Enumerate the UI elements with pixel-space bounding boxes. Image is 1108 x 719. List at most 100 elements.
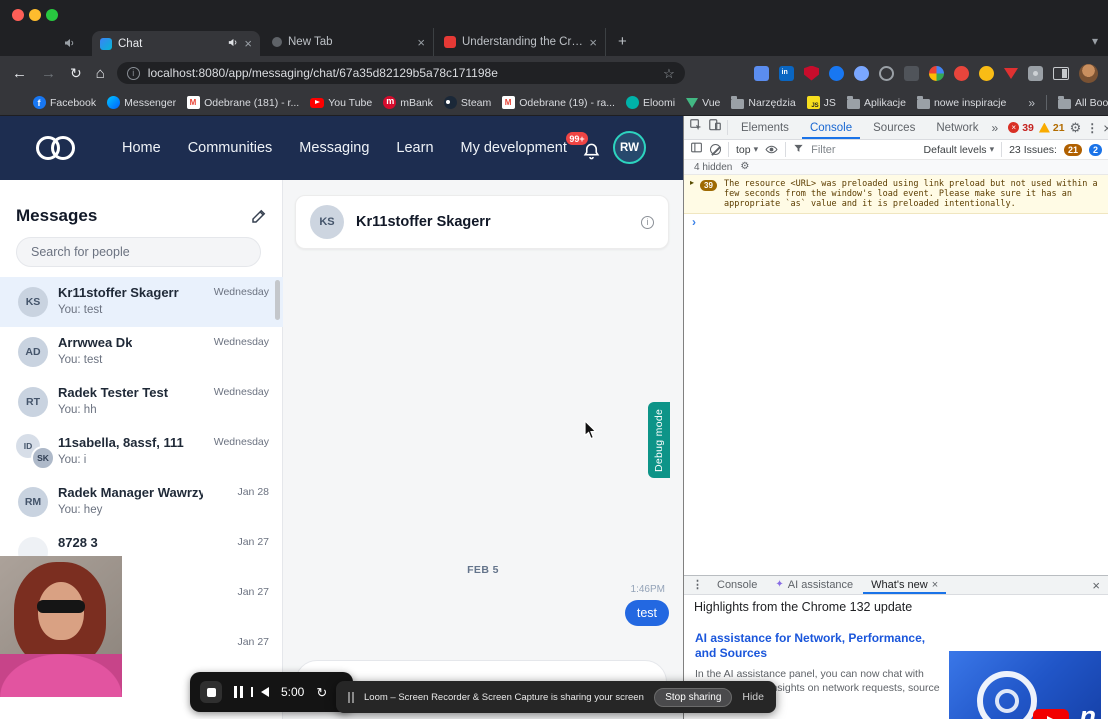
nav-messaging[interactable]: Messaging [299,140,369,156]
bookmark-star-icon[interactable] [663,67,675,80]
bookmarks-overflow-icon[interactable] [1028,97,1035,109]
bookmark-youtube[interactable]: You Tube [310,97,372,109]
linkedin-extension-icon[interactable] [779,65,794,81]
expand-warning-icon[interactable] [690,179,694,187]
conversation-item[interactable]: ID SK 11sabella, 8assf, 111 You: i Wedne… [0,427,283,477]
bookmark-js[interactable]: JS [806,96,836,109]
bookmark-eloomi[interactable]: Eloomi [625,96,675,109]
tab-search-chevron-icon[interactable] [1092,35,1098,47]
javascript-context-dropdown[interactable]: top [736,144,758,156]
stop-recording-button[interactable] [200,681,222,703]
issues-warning-chip[interactable]: 21 [1063,143,1082,156]
bookmark-narzedzia[interactable]: Narzędzia [731,95,796,109]
bookmark-mbank[interactable]: mBank [383,96,433,109]
tab-new-tab[interactable]: New Tab [264,28,434,56]
bookmark-vue[interactable]: Vue [686,97,720,109]
hidden-count-label[interactable]: 4 hidden [694,162,732,173]
console-filter-input[interactable]: Filter [811,144,835,156]
devtools-close-icon[interactable] [1103,121,1108,135]
close-tab-icon[interactable] [589,36,597,49]
user-avatar[interactable]: RW [613,131,646,164]
extension-icon-6[interactable] [929,65,944,81]
live-expression-icon[interactable] [765,143,778,156]
zoom-window-button[interactable] [46,9,58,21]
bookmark-aplikacje[interactable]: Aplikacje [846,95,906,109]
back-button[interactable] [12,66,27,81]
conversation-item[interactable]: KS Kr11stoffer Skagerr You: test Wednesd… [0,277,283,327]
extension-icon-5[interactable] [904,65,919,81]
devtools-settings-icon[interactable] [1070,121,1082,134]
nav-communities[interactable]: Communities [188,140,273,156]
bookmark-steam[interactable]: Steam [443,96,491,109]
reload-button[interactable] [70,66,82,80]
outgoing-message-bubble[interactable]: test [624,600,669,626]
device-toolbar-icon[interactable] [708,118,722,137]
filter-settings-icon[interactable] [740,162,749,172]
drawer-tab-ai-assistance[interactable]: AI assistance [767,576,861,594]
drag-handle-icon[interactable] [348,691,350,703]
whats-new-video-thumbnail[interactable]: n [949,651,1101,719]
extension-icon-9[interactable] [1004,67,1018,79]
minimize-window-button[interactable] [29,9,41,21]
bookmark-messenger[interactable]: Messenger [107,96,176,109]
youtube-play-icon[interactable] [1033,709,1069,719]
rewind-icon[interactable] [251,687,269,697]
extension-icon-2[interactable] [829,65,844,81]
warning-count-badge[interactable]: 21 [1038,122,1065,134]
devtools-menu-icon[interactable] [1086,122,1098,134]
new-tab-button[interactable] [618,34,627,49]
inspect-element-icon[interactable] [689,118,703,137]
devtools-tab-console[interactable]: Console [801,117,861,139]
bookmark-odebrane-1[interactable]: Odebrane (181) - r... [187,96,299,109]
close-drawer-icon[interactable] [1092,579,1104,592]
extension-icon-8[interactable] [979,65,994,81]
devtools-tab-network[interactable]: Network [928,117,986,139]
drawer-tab-whats-new[interactable]: What's new [863,576,947,594]
nav-home[interactable]: Home [122,140,161,156]
restart-recording-icon[interactable] [316,686,327,699]
bookmark-nowe-inspiracje[interactable]: nowe inspiracje [916,95,1006,109]
webcam-preview[interactable] [0,556,122,697]
conversation-item[interactable]: RT Radek Tester Test You: hh Wednesday [0,377,283,427]
whats-new-article-title[interactable]: AI assistance for Network, Performance, … [695,631,945,661]
address-bar[interactable]: localhost:8080/app/messaging/chat/67a35d… [116,62,685,84]
hide-banner-button[interactable]: Hide [742,691,764,703]
issues-info-chip[interactable]: 2 [1088,143,1102,156]
close-tab-icon[interactable] [244,37,252,50]
devtools-tab-elements[interactable]: Elements [733,117,797,139]
extension-icon-4[interactable] [879,65,894,81]
bookmark-facebook[interactable]: Facebook [33,96,96,109]
drawer-menu-icon[interactable] [688,580,707,591]
console-prompt[interactable] [684,214,1108,230]
log-levels-dropdown[interactable]: Default levels [924,144,995,156]
profile-avatar[interactable] [1079,63,1098,83]
compose-icon[interactable] [250,207,268,230]
more-tabs-icon[interactable] [992,122,999,134]
close-tab-icon[interactable] [417,36,425,49]
search-input[interactable]: Search for people [16,237,261,267]
stop-sharing-button[interactable]: Stop sharing [654,687,733,707]
sidebar-scrollbar[interactable] [275,280,280,320]
tab-audio-playing-icon[interactable] [227,37,238,51]
drawer-tab-console[interactable]: Console [709,576,765,594]
clear-console-icon[interactable] [710,144,721,155]
pause-icon[interactable] [234,686,243,698]
chat-info-icon[interactable] [641,215,654,229]
extensions-puzzle-icon[interactable] [1028,65,1043,81]
console-sidebar-icon[interactable] [690,141,703,159]
console-warning-entry[interactable]: 39 The resource <URL> was preloaded usin… [684,175,1108,214]
conversation-item[interactable]: RM Radek Manager Wawrzyk You: hey Jan 28 [0,477,283,527]
close-tab-icon[interactable] [932,580,938,591]
nav-learn[interactable]: Learn [396,140,433,156]
adblock-extension-icon[interactable] [804,65,819,81]
debug-mode-button[interactable]: Debug mode [648,402,670,478]
tab-understanding[interactable]: Understanding the Create Me [436,28,606,56]
issues-label[interactable]: 23 Issues: [1009,144,1057,156]
extension-icon-3[interactable] [854,65,869,81]
bell-icon[interactable] [582,142,601,166]
home-button[interactable] [96,66,105,81]
conversation-item[interactable]: AD Arrwwea Dk You: test Wednesday [0,327,283,377]
error-count-badge[interactable]: × 39 [1008,122,1034,134]
extension-icon-1[interactable] [754,65,769,81]
nav-my-development[interactable]: My development [461,140,567,156]
